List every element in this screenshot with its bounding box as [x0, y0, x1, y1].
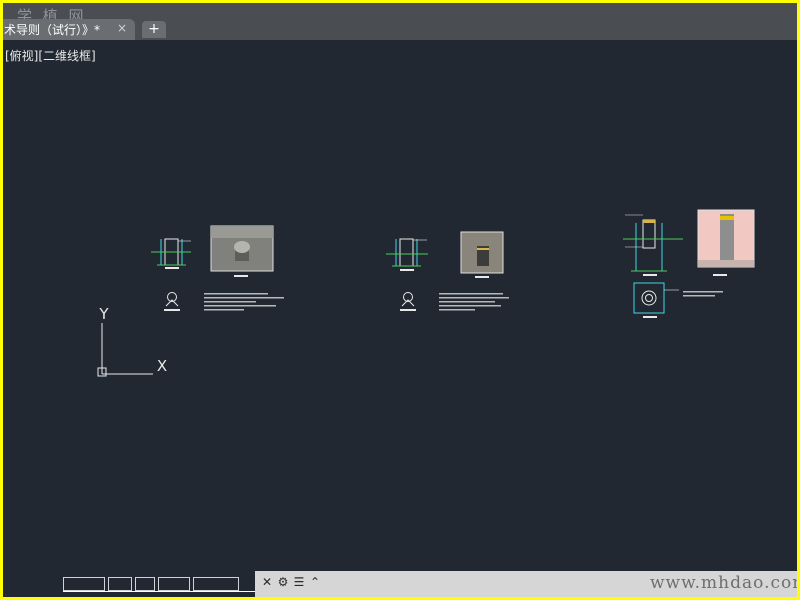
layout-tab[interactable]: [108, 577, 132, 591]
wrench-icon[interactable]: ⚙: [277, 575, 289, 589]
plan-symbol: [400, 292, 416, 311]
layout-tab[interactable]: [193, 577, 239, 591]
section-drawing: [151, 238, 191, 269]
photo-stone-bollard: [210, 225, 274, 272]
photo-steel-bollard: [697, 209, 755, 268]
url-watermark: www.mhdao.com: [650, 573, 797, 593]
ucs-icon: Y X: [97, 305, 167, 377]
menu-icon[interactable]: ☰: [293, 575, 305, 589]
section-drawing: [386, 238, 428, 271]
layout-tab[interactable]: [158, 577, 190, 591]
plan-symbol: [164, 292, 180, 311]
section-drawing: [623, 214, 683, 276]
plan-drawing: [633, 282, 679, 318]
layout-tab-model[interactable]: [63, 577, 105, 591]
status-bar: ✕ ⚙ ☰ ⌃ www.mhdao.com: [3, 571, 797, 597]
bollard-detail-2: [386, 231, 509, 311]
notes-text: [683, 274, 727, 297]
model-space-canvas[interactable]: Y X: [3, 3, 797, 597]
photo-round-bollard: [460, 231, 504, 274]
layout-tabs: [63, 577, 255, 592]
command-bar: ✕ ⚙ ☰ ⌃ www.mhdao.com: [255, 571, 797, 597]
chevron-up-icon[interactable]: ⌃: [309, 575, 321, 589]
ucs-x-label: X: [157, 357, 167, 375]
drawing-window: 学 植 网 术导则（试行）》* × + [俯视][二维线框] Y X ✕ ⚙ ☰…: [3, 3, 797, 597]
close-icon[interactable]: ✕: [261, 575, 273, 589]
bollard-detail-3: [623, 209, 755, 318]
command-tools: ✕ ⚙ ☰ ⌃: [261, 575, 321, 589]
layout-tab[interactable]: [135, 577, 155, 591]
notes-text: [439, 276, 509, 311]
bollard-detail-1: [151, 225, 284, 311]
ucs-y-label: Y: [98, 305, 109, 323]
notes-text: [204, 275, 284, 311]
